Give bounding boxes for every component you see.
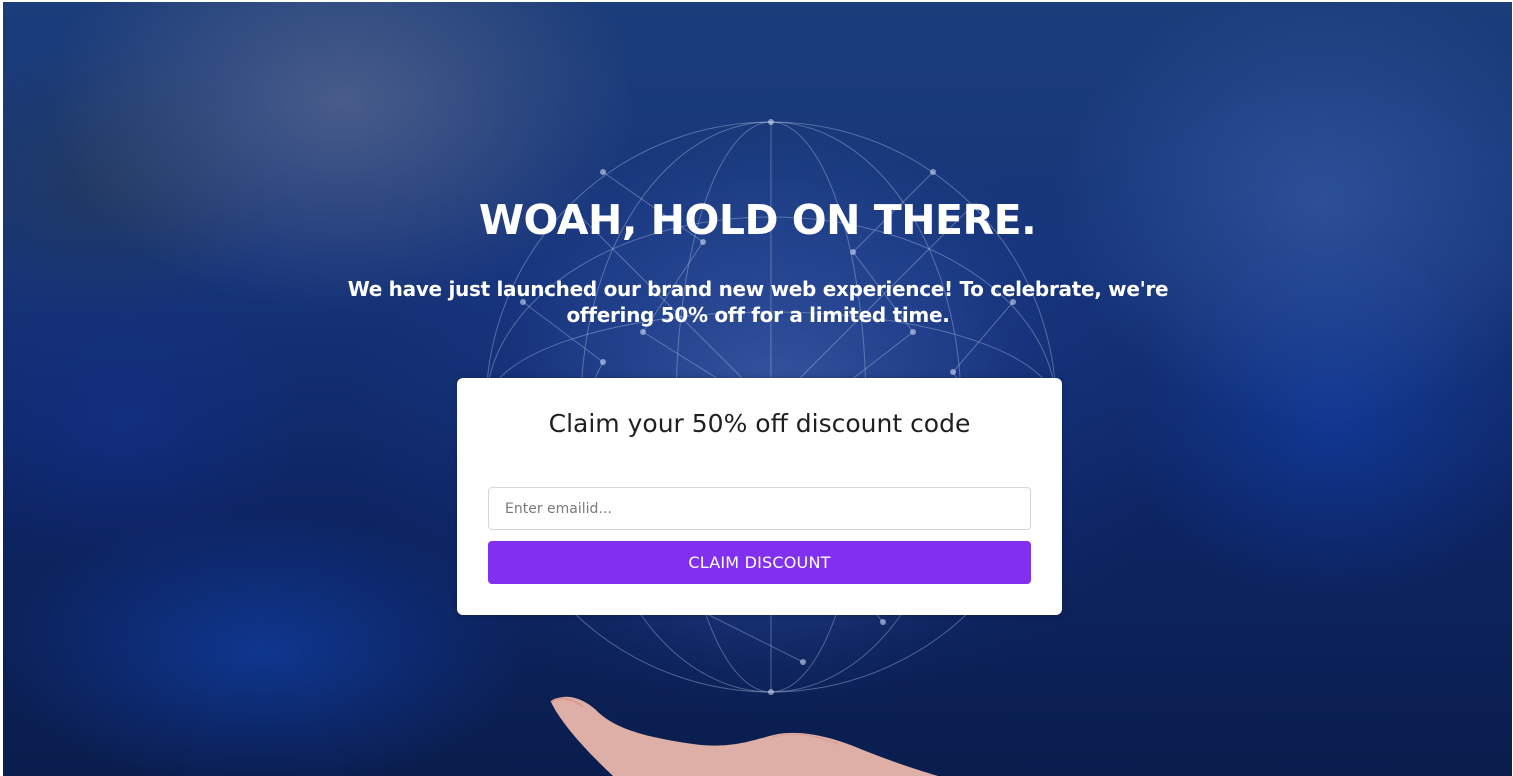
promo-overlay: WOAH, HOLD ON THERE. We have just launch… — [3, 2, 1512, 776]
claim-discount-button[interactable]: CLAIM DISCOUNT — [488, 541, 1031, 584]
hero-background: WOAH, HOLD ON THERE. We have just launch… — [3, 2, 1512, 776]
discount-card: Claim your 50% off discount code CLAIM D… — [457, 378, 1062, 615]
discount-card-title: Claim your 50% off discount code — [548, 409, 971, 438]
promo-description: We have just launched our brand new web … — [347, 277, 1169, 327]
page-title: WOAH, HOLD ON THERE. — [478, 196, 1037, 244]
email-field[interactable] — [488, 487, 1031, 530]
